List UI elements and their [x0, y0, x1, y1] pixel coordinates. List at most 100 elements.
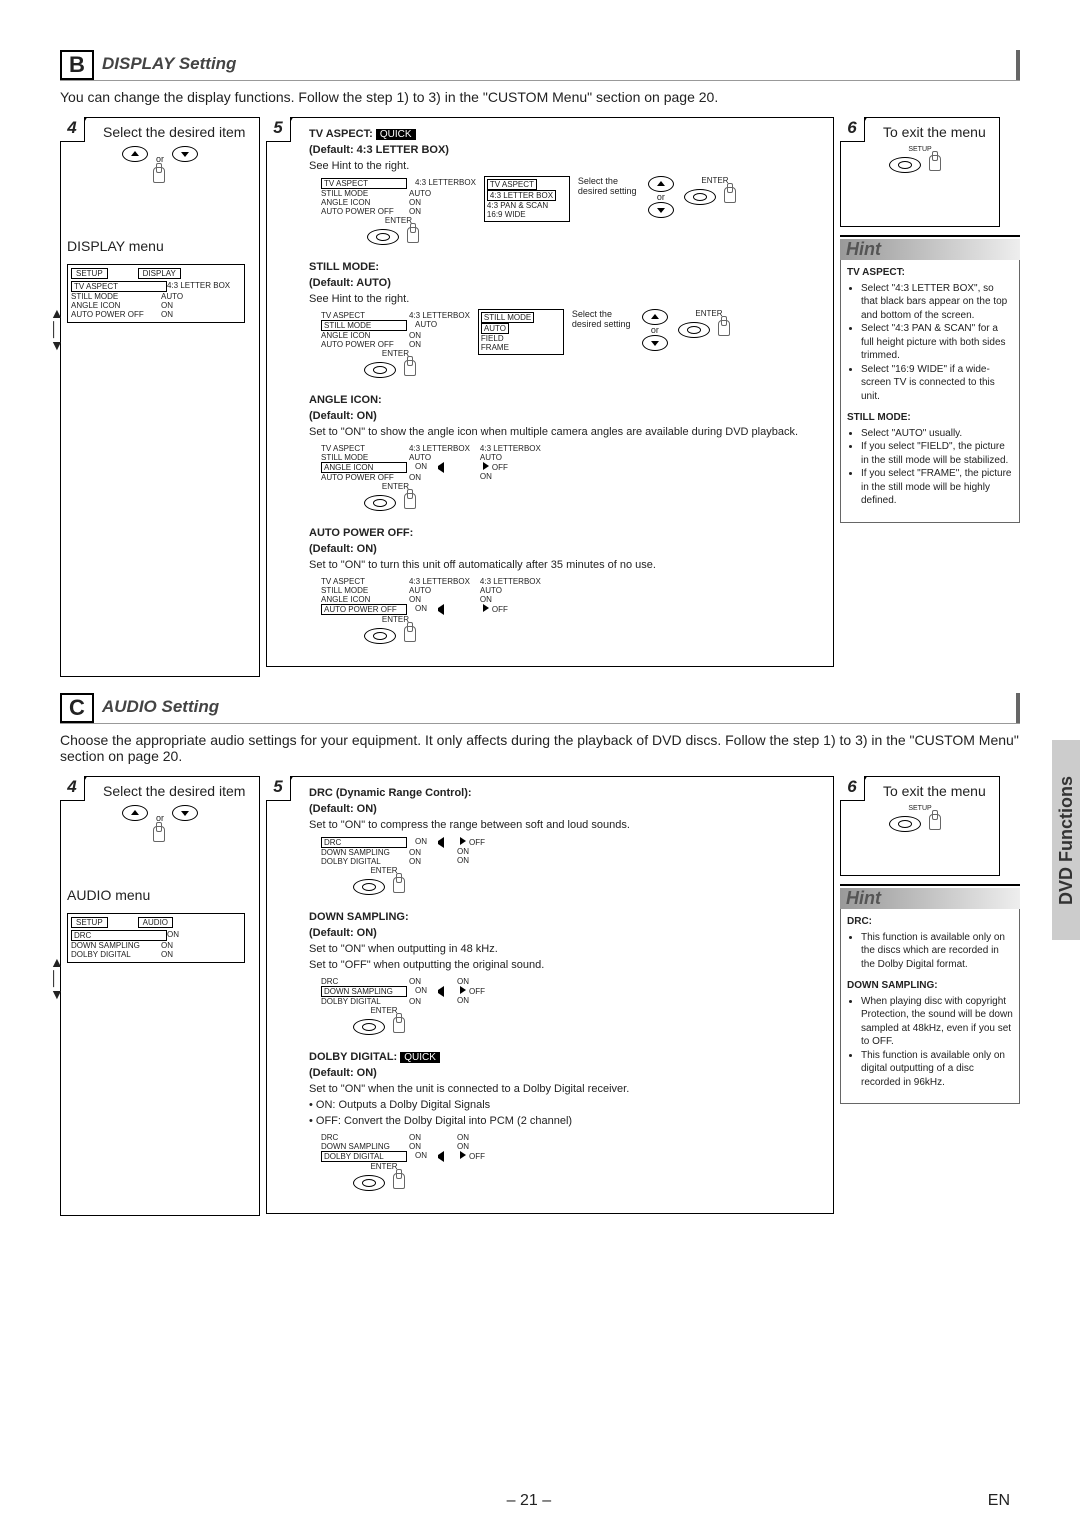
hand-icon: [399, 225, 429, 245]
setup-label: SETUP: [847, 146, 993, 153]
b-step5-num: 5: [266, 117, 291, 142]
tva-hint-ref: See Hint to the right.: [309, 160, 827, 172]
enter-button-icon: [364, 362, 396, 378]
b-step4: 4 Select the desired item or DISPLAY men…: [60, 117, 260, 677]
tv-aspect-block: TV ASPECT: QUICK (Default: 4:3 LETTER BO…: [309, 128, 827, 247]
hand-icon: [396, 358, 426, 378]
enter-button-icon: [678, 322, 710, 338]
display-menu-label: DISPLAY menu: [67, 238, 253, 254]
dolby-block: DOLBY DIGITAL: QUICK (Default: ON) Set t…: [309, 1051, 827, 1193]
hand-icon: [396, 624, 426, 644]
display-menu-box: ▲│▼ SETUPDISPLAY TV ASPECT4:3 LETTER BOX…: [67, 264, 245, 323]
hint-header: Hint: [840, 239, 1020, 260]
still-label: STILL MODE:: [309, 261, 827, 273]
hand-icon: [385, 1171, 415, 1191]
down-default: (Default: ON): [309, 927, 827, 939]
c-hint: Hint DRC: This function is available onl…: [840, 884, 1020, 1104]
tva-menu: TV ASPECT4:3 LETTERBOX STILL MODEAUTO AN…: [321, 178, 476, 247]
dolby-menu: DRCON DOWN SAMPLINGON DOLBY DIGITALON EN…: [321, 1133, 447, 1193]
enter-button-icon: [353, 1175, 385, 1191]
arrow-right-icon: [460, 986, 466, 994]
side-tab-dvd-functions: DVD Functions: [1052, 740, 1080, 940]
b-step6-title: To exit the menu: [883, 124, 993, 140]
tva-side-label: Select the desired setting: [578, 176, 638, 196]
arrow-left-icon: [438, 462, 444, 473]
b-step4-num: 4: [60, 117, 85, 142]
hint-tva-list: Select "4:3 LETTER BOX", so that black b…: [847, 282, 1013, 404]
angle-label: ANGLE ICON:: [309, 394, 827, 406]
auto-label: AUTO POWER OFF:: [309, 527, 827, 539]
setup-button-icon: [889, 816, 921, 832]
hand-icon: [385, 1015, 415, 1035]
arrow-right-icon: [483, 604, 489, 612]
c-step5: 5 DRC (Dynamic Range Control): (Default:…: [266, 776, 834, 1214]
section-c-intro: Choose the appropriate audio settings fo…: [60, 732, 1020, 764]
drc-desc: Set to "ON" to compress the range betwee…: [309, 819, 827, 831]
up-button-icon: [642, 309, 668, 325]
still-default: (Default: AUTO): [309, 277, 827, 289]
audio-menu-box: ▲│▼ SETUPAUDIO DRCON DOWN SAMPLINGON DOL…: [67, 913, 245, 963]
down-sampling-block: DOWN SAMPLING: (Default: ON) Set to "ON"…: [309, 911, 827, 1037]
b-step4-title: Select the desired item: [103, 124, 253, 140]
hand-icon: [145, 824, 175, 844]
dolby-b2: • OFF: Convert the Dolby Digital into PC…: [309, 1115, 827, 1127]
scroll-arrows-icon: ▲│▼: [50, 954, 64, 1002]
section-c-header: C AUDIO Setting: [60, 693, 1020, 724]
menu-hdr-display: DISPLAY: [138, 268, 181, 279]
hint-header: Hint: [840, 888, 1020, 909]
angle-icon-block: ANGLE ICON: (Default: ON) Set to "ON" to…: [309, 394, 827, 513]
tva-remote: or: [646, 176, 676, 218]
or-label: or: [651, 325, 659, 335]
enter-button-icon: [364, 495, 396, 511]
still-options: STILL MODE AUTO FIELD FRAME: [478, 309, 564, 355]
up-button-icon: [122, 146, 148, 162]
dolby-default: (Default: ON): [309, 1067, 827, 1079]
enter-button-icon: [353, 879, 385, 895]
still-side-label: Select the desired setting: [572, 309, 632, 329]
hint-drc-list: This function is available only on the d…: [847, 931, 1013, 972]
down-desc1: Set to "ON" when outputting in 48 kHz.: [309, 943, 827, 955]
audio-menu-label: AUDIO menu: [67, 887, 253, 903]
dolby-desc: Set to "ON" when the unit is connected t…: [309, 1083, 827, 1095]
c-step4-buttons: or: [67, 805, 253, 847]
menu-hdr-setup: SETUP: [71, 917, 108, 928]
still-menu: TV ASPECT4:3 LETTERBOX STILL MODEAUTO AN…: [321, 311, 470, 380]
arrow-left-icon: [438, 837, 444, 848]
menu-row: DOLBY DIGITALON: [71, 950, 241, 959]
down-button-icon: [648, 202, 674, 218]
down-button-icon: [172, 146, 198, 162]
lang-label: EN: [988, 1492, 1010, 1510]
hand-icon: [145, 165, 175, 185]
hint-down-list: When playing disc with copyright Protect…: [847, 995, 1013, 1090]
hint-still-title: STILL MODE:: [847, 411, 1013, 425]
c-step6-num: 6: [840, 776, 865, 801]
drc-menu: DRCON DOWN SAMPLINGON DOLBY DIGITALON EN…: [321, 837, 447, 897]
auto-menu: TV ASPECT4:3 LETTERBOX STILL MODEAUTO AN…: [321, 577, 470, 646]
hint-still-list: Select "AUTO" usually. If you select "FI…: [847, 427, 1013, 508]
tva-default: (Default: 4:3 LETTER BOX): [309, 144, 827, 156]
c-step6: 6 To exit the menu SETUP: [840, 776, 1000, 876]
hint-down-title: DOWN SAMPLING:: [847, 979, 1013, 993]
section-c-title: AUDIO Setting: [102, 693, 1020, 723]
b-hint: Hint TV ASPECT: Select "4:3 LETTER BOX",…: [840, 235, 1020, 523]
down-button-icon: [642, 335, 668, 351]
down-button-icon: [172, 805, 198, 821]
hint-drc-title: DRC:: [847, 915, 1013, 929]
section-b-header: B DISPLAY Setting: [60, 50, 1020, 81]
c-step6-title: To exit the menu: [883, 783, 993, 799]
drc-default: (Default: ON): [309, 803, 827, 815]
scroll-arrows-icon: ▲│▼: [50, 305, 64, 353]
quick-badge: QUICK: [376, 129, 416, 140]
c-step5-num: 5: [266, 776, 291, 801]
up-button-icon: [122, 805, 148, 821]
auto-default: (Default: ON): [309, 543, 827, 555]
c-step4-title: Select the desired item: [103, 783, 253, 799]
menu-hdr-audio: AUDIO: [138, 917, 173, 928]
enter-button-icon: [367, 229, 399, 245]
hand-icon: [396, 491, 426, 511]
section-c-letter: C: [60, 693, 94, 723]
up-button-icon: [648, 176, 674, 192]
down-desc2: Set to "OFF" when outputting the origina…: [309, 959, 827, 971]
menu-row: DOWN SAMPLINGON: [71, 941, 241, 950]
hand-icon: [716, 185, 746, 205]
